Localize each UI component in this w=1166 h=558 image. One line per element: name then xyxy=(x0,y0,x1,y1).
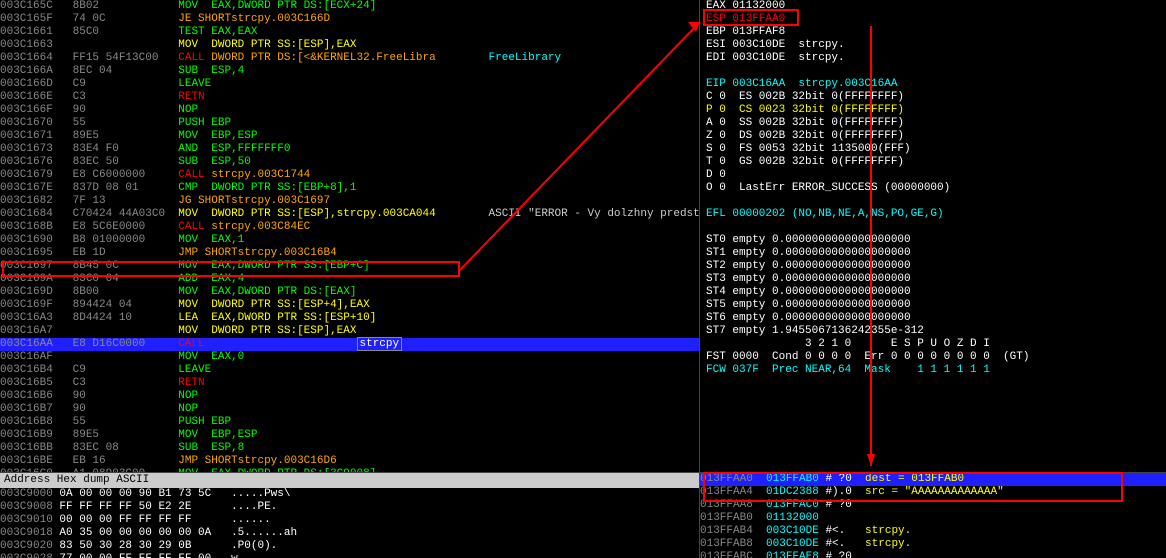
register-line xyxy=(706,65,1166,78)
disasm-row[interactable]: 003C1679 E8 C6000000 CALL strcpy.003C174… xyxy=(0,169,699,182)
register-line: 3 2 1 0 E S P U O Z D I xyxy=(706,338,1166,351)
disasm-row[interactable]: 003C1673 83E4 F0 AND ESP,FFFFFFF0 xyxy=(0,143,699,156)
stack-row[interactable]: 013FFAB4 003C10DE #<. strcpy. xyxy=(700,525,1166,538)
disasm-row[interactable]: 003C16B6 90 NOP xyxy=(0,390,699,403)
disasm-row[interactable]: 003C16BB 83EC 08 SUB ESP,8 xyxy=(0,442,699,455)
register-line: D 0 xyxy=(706,169,1166,182)
dump-header: Address Hex dump ASCII xyxy=(0,473,699,488)
register-line xyxy=(706,221,1166,234)
disasm-row[interactable]: 003C169F 894424 04 MOV DWORD PTR SS:[ESP… xyxy=(0,299,699,312)
disasm-row[interactable]: 003C16AA E8 D16C0000 CALL strcpy xyxy=(0,338,699,351)
dump-row[interactable]: 003C9018 A0 35 00 00 00 00 00 0A .5.....… xyxy=(0,527,699,540)
register-line xyxy=(706,195,1166,208)
dump-row[interactable]: 003C9028 77 00 00 FF FF FF FF 00 w...... xyxy=(0,553,699,558)
register-line: EIP 003C16AA strcpy.003C16AA xyxy=(706,78,1166,91)
disasm-row[interactable]: 003C16AF MOV EAX,0 xyxy=(0,351,699,364)
disasm-row[interactable]: 003C16A3 8D4424 10 LEA EAX,DWORD PTR SS:… xyxy=(0,312,699,325)
highlight-box-call xyxy=(2,261,460,277)
disasm-row[interactable]: 003C168B E8 5C6E0000 CALL strcpy.003C84E… xyxy=(0,221,699,234)
disasm-row[interactable]: 003C165F 74 0C JE SHORTstrcpy.003C166D xyxy=(0,13,699,26)
register-line: ST0 empty 0.0000000000000000000 xyxy=(706,234,1166,247)
disasm-row[interactable]: 003C16A7 MOV DWORD PTR SS:[ESP],EAX xyxy=(0,325,699,338)
disasm-row[interactable]: 003C16BE EB 16 JMP SHORTstrcpy.003C16D6 xyxy=(0,455,699,468)
disasm-row[interactable]: 003C166E C3 RETN xyxy=(0,91,699,104)
register-line: O 0 LastErr ERROR_SUCCESS (00000000) xyxy=(706,182,1166,195)
register-line: T 0 GS 002B 32bit 0(FFFFFFFF) xyxy=(706,156,1166,169)
disasm-row[interactable]: 003C167E 837D 08 01 CMP DWORD PTR SS:[EB… xyxy=(0,182,699,195)
stack-row[interactable]: 013FFABC 013FFAE8 # ?0 xyxy=(700,551,1166,558)
disasm-row[interactable]: 003C1695 EB 1D JMP SHORTstrcpy.003C16B4 xyxy=(0,247,699,260)
disasm-row[interactable]: 003C165C 8B02 MOV EAX,DWORD PTR DS:[ECX+… xyxy=(0,0,699,13)
register-line: S 0 FS 0053 32bit 1135000(FFF) xyxy=(706,143,1166,156)
register-line: ST4 empty 0.0000000000000000000 xyxy=(706,286,1166,299)
dump-row[interactable]: 003C9020 83 50 30 28 30 29 0B .P0(0). xyxy=(0,540,699,553)
disasm-row[interactable]: 003C1671 89E5 MOV EBP,ESP xyxy=(0,130,699,143)
highlight-box-stack xyxy=(703,472,1123,502)
disasm-row[interactable]: 003C1663 MOV DWORD PTR SS:[ESP],EAX xyxy=(0,39,699,52)
register-line: EDI 003C10DE strcpy. xyxy=(706,52,1166,65)
disasm-row[interactable]: 003C1684 C70424 44A03C0 MOV DWORD PTR SS… xyxy=(0,208,699,221)
register-line: ESI 003C10DE strcpy. xyxy=(706,39,1166,52)
register-line: ST1 empty 0.0000000000000000000 xyxy=(706,247,1166,260)
disasm-row[interactable]: 003C166F 90 NOP xyxy=(0,104,699,117)
stack-row[interactable]: 013FFAB0 01132000 xyxy=(700,512,1166,525)
register-line: ST2 empty 0.0000000000000000000 xyxy=(706,260,1166,273)
register-line: ST6 empty 0.0000000000000000000 xyxy=(706,312,1166,325)
disasm-row[interactable]: 003C1682 7F 13 JG SHORTstrcpy.003C1697 xyxy=(0,195,699,208)
registers-pane[interactable]: EAX 01132000ESP 013FFAA0EBP 013FFAF8ESI … xyxy=(700,0,1166,472)
register-line: ST7 empty 1.9455067136242355e-312 xyxy=(706,325,1166,338)
disasm-row[interactable]: 003C1664 FF15 54F13C00 CALL DWORD PTR DS… xyxy=(0,52,699,65)
dump-row[interactable]: 003C9000 0A 00 00 00 90 B1 73 5C .....Pw… xyxy=(0,488,699,501)
disasm-row[interactable]: 003C169D 8B00 MOV EAX,DWORD PTR DS:[EAX] xyxy=(0,286,699,299)
disasm-row[interactable]: 003C16B5 C3 RETN xyxy=(0,377,699,390)
disasm-row[interactable]: 003C166D C9 LEAVE xyxy=(0,78,699,91)
highlight-box-esp xyxy=(703,9,799,26)
disasm-row[interactable]: 003C1676 83EC 50 SUB ESP,50 xyxy=(0,156,699,169)
register-line: Z 0 DS 002B 32bit 0(FFFFFFFF) xyxy=(706,130,1166,143)
register-line: FST 0000 Cond 0 0 0 0 Err 0 0 0 0 0 0 0 … xyxy=(706,351,1166,364)
register-line: A 0 SS 002B 32bit 0(FFFFFFFF) xyxy=(706,117,1166,130)
register-line: FCW 037F Prec NEAR,64 Mask 1 1 1 1 1 1 xyxy=(706,364,1166,377)
disasm-row[interactable]: 003C16B8 55 PUSH EBP xyxy=(0,416,699,429)
hex-dump-pane[interactable]: Address Hex dump ASCII 003C9000 0A 00 00… xyxy=(0,472,700,558)
register-line: EFL 00000202 (NO,NB,NE,A,NS,PO,GE,G) xyxy=(706,208,1166,221)
disasm-row[interactable]: 003C1661 85C0 TEST EAX,EAX xyxy=(0,26,699,39)
disasm-row[interactable]: 003C1690 B8 01000000 MOV EAX,1 xyxy=(0,234,699,247)
register-line: ST5 empty 0.0000000000000000000 xyxy=(706,299,1166,312)
register-line: C 0 ES 002B 32bit 0(FFFFFFFF) xyxy=(706,91,1166,104)
dump-row[interactable]: 003C9010 00 00 00 FF FF FF FF ...... xyxy=(0,514,699,527)
dump-row[interactable]: 003C9008 FF FF FF FF 50 E2 2E ....PE. xyxy=(0,501,699,514)
register-line: P 0 CS 0023 32bit 0(FFFFFFFF) xyxy=(706,104,1166,117)
register-line: EBP 013FFAF8 xyxy=(706,26,1166,39)
disasm-row[interactable]: 003C16B7 90 NOP xyxy=(0,403,699,416)
register-line: ST3 empty 0.0000000000000000000 xyxy=(706,273,1166,286)
disasm-row[interactable]: 003C1670 55 PUSH EBP xyxy=(0,117,699,130)
disasm-row[interactable]: 003C16B9 89E5 MOV EBP,ESP xyxy=(0,429,699,442)
stack-row[interactable]: 013FFAB8 003C10DE #<. strcpy. xyxy=(700,538,1166,551)
disasm-row[interactable]: 003C16B4 C9 LEAVE xyxy=(0,364,699,377)
disassembly-pane[interactable]: 003C165C 8B02 MOV EAX,DWORD PTR DS:[ECX+… xyxy=(0,0,700,472)
disasm-row[interactable]: 003C166A 8EC 04 SUB ESP,4 xyxy=(0,65,699,78)
